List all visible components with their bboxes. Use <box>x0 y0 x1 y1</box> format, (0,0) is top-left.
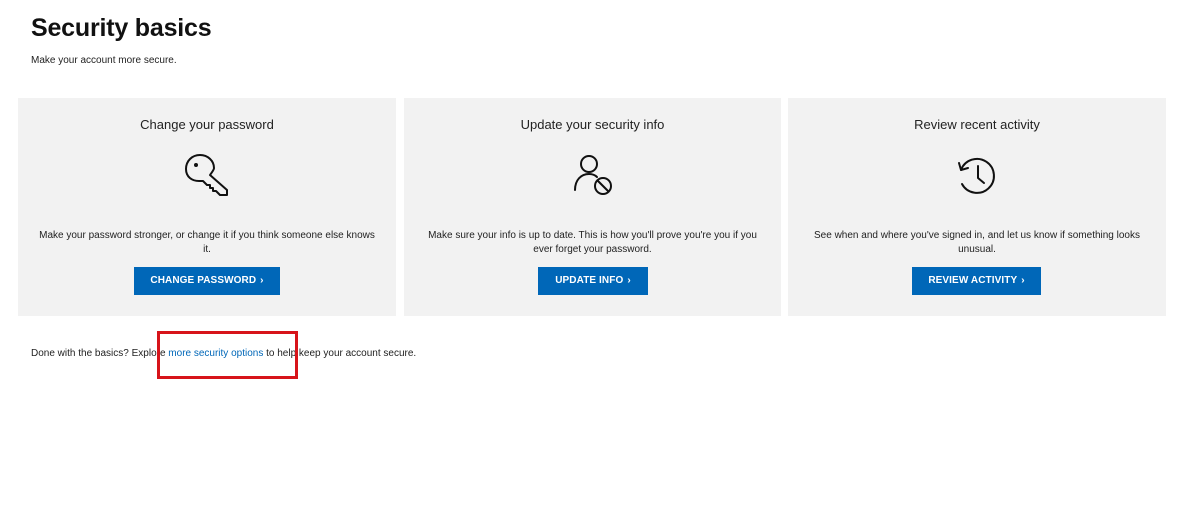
button-label: REVIEW ACTIVITY <box>928 275 1018 286</box>
footer-text: Done with the basics? Explore more secur… <box>31 348 416 359</box>
review-activity-button[interactable]: REVIEW ACTIVITY › <box>912 267 1041 295</box>
key-icon <box>179 148 235 204</box>
card-description: Make your password stronger, or change i… <box>39 230 375 255</box>
chevron-right-icon: › <box>627 275 631 286</box>
history-icon <box>949 148 1005 204</box>
update-info-button[interactable]: UPDATE INFO › <box>538 267 648 295</box>
change-password-button[interactable]: CHANGE PASSWORD › <box>134 267 280 295</box>
change-password-card: Change your password Make your password … <box>18 98 396 316</box>
button-label: UPDATE INFO <box>555 275 624 286</box>
card-title: Change your password <box>140 117 274 132</box>
card-description: See when and where you've signed in, and… <box>814 230 1140 255</box>
page-subtitle: Make your account more secure. <box>31 55 177 66</box>
footer-suffix: to help keep your account secure. <box>263 348 417 359</box>
update-security-info-card: Update your security info Make sure your… <box>404 98 781 316</box>
card-title: Update your security info <box>520 117 665 132</box>
card-description: Make sure your info is up to date. This … <box>428 230 757 255</box>
review-recent-activity-card: Review recent activity See when and wher… <box>788 98 1166 316</box>
chevron-right-icon: › <box>260 275 264 286</box>
page-title: Security basics <box>31 14 212 42</box>
more-security-options-link[interactable]: more security options <box>168 348 263 359</box>
button-label: CHANGE PASSWORD <box>150 275 257 286</box>
card-title: Review recent activity <box>914 117 1040 132</box>
user-blocked-icon <box>565 148 621 204</box>
security-cards: Change your password Make your password … <box>18 98 1166 316</box>
footer-prefix: Done with the basics? Explore <box>31 348 169 359</box>
chevron-right-icon: › <box>1021 275 1025 286</box>
